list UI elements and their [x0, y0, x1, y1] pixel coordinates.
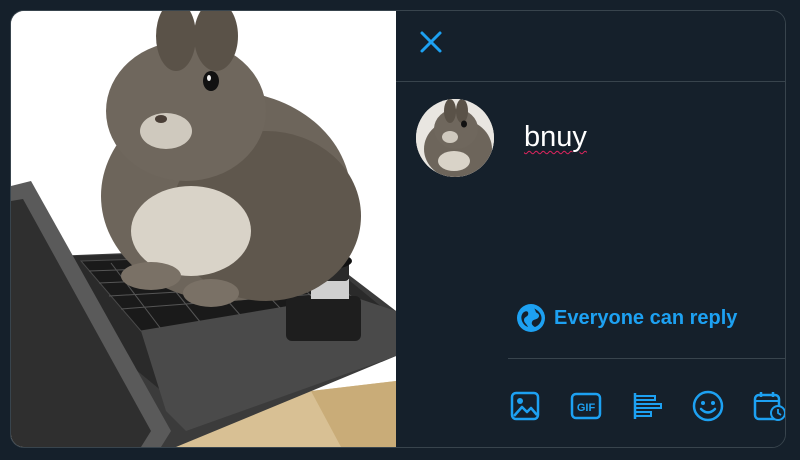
reply-setting-button[interactable]: Everyone can reply [516, 303, 737, 333]
attached-photo [11, 11, 396, 447]
rabbit-photo-illustration [11, 11, 396, 447]
avatar[interactable] [416, 99, 494, 177]
header-divider [396, 81, 785, 82]
poll-button[interactable] [630, 389, 664, 423]
close-button[interactable] [414, 25, 448, 59]
compose-toolbar: GIF [508, 389, 785, 425]
rabbit-avatar-icon [416, 99, 494, 177]
emoji-icon [692, 390, 724, 422]
poll-icon [633, 393, 662, 419]
globe-icon [517, 304, 545, 332]
schedule-icon [753, 392, 785, 421]
tweet-text-input[interactable]: bnuy [524, 121, 587, 154]
compose-panel: bnuy Everyone can reply GIF [396, 11, 785, 447]
image-icon [510, 391, 540, 421]
emoji-button[interactable] [691, 389, 725, 423]
media-button[interactable] [508, 389, 542, 423]
toolbar-divider [508, 358, 785, 359]
gif-button[interactable]: GIF [569, 389, 603, 423]
schedule-button[interactable] [752, 389, 785, 423]
reply-setting-label: Everyone can reply [554, 306, 738, 329]
gif-label: GIF [577, 402, 596, 414]
close-icon [420, 31, 442, 53]
gif-icon: GIF [570, 392, 602, 420]
compose-modal: bnuy Everyone can reply GIF [10, 10, 786, 448]
